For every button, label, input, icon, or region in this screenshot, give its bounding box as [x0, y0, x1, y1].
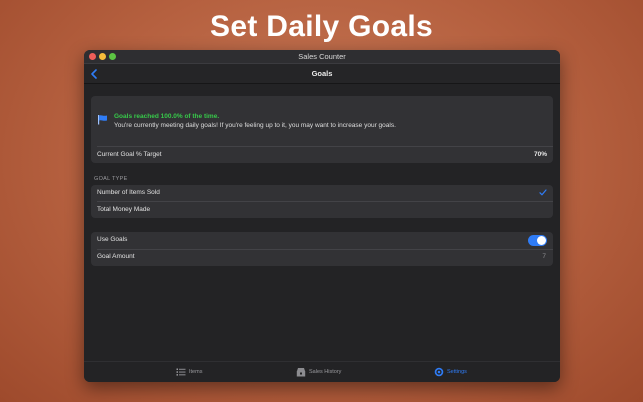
list-icon	[176, 368, 186, 376]
flag-icon	[98, 115, 107, 125]
goal-target-value: 70%	[533, 151, 547, 158]
navigation-bar: Goals	[84, 64, 560, 84]
goal-type-option-items-sold[interactable]: Number of Items Sold	[91, 185, 553, 201]
goal-type-option-money-made[interactable]: Total Money Made	[91, 202, 553, 218]
app-window: Sales Counter Goals Goals reached 100.0%…	[84, 50, 560, 382]
goal-target-row: Current Goal % Target 70%	[91, 147, 553, 163]
checkmark-icon	[539, 189, 547, 196]
toggle-knob	[537, 236, 546, 245]
goal-target-label: Current Goal % Target	[97, 151, 162, 158]
goal-status-message: You're currently meeting daily goals! If…	[114, 122, 396, 129]
goal-amount-value[interactable]: 7	[542, 253, 546, 260]
tab-bar: Items Sales History Settings	[84, 361, 560, 382]
gear-icon	[434, 367, 444, 377]
goal-type-option-label: Total Money Made	[97, 206, 151, 213]
tab-sales-history-label: Sales History	[309, 369, 342, 375]
page-title: Goals	[311, 69, 333, 78]
goal-settings-list: Use Goals Goal Amount 7	[91, 232, 553, 266]
cash-register-icon	[296, 368, 306, 377]
goal-type-option-label: Number of Items Sold	[97, 189, 160, 196]
goal-type-list: Number of Items Sold Total Money Made	[91, 185, 553, 218]
use-goals-label: Use Goals	[97, 236, 128, 243]
goal-type-header: GOAL TYPE	[94, 176, 128, 182]
use-goals-row: Use Goals	[91, 232, 553, 248]
goal-amount-label: Goal Amount	[97, 253, 135, 260]
goal-status-title: Goals reached 100.0% of the time.	[114, 113, 220, 120]
window-title: Sales Counter	[298, 52, 346, 61]
goal-status-card: Goals reached 100.0% of the time. You're…	[91, 96, 553, 163]
tab-items-label: Items	[189, 369, 203, 375]
use-goals-toggle[interactable]	[528, 235, 547, 246]
tab-settings-label: Settings	[447, 369, 467, 375]
window-titlebar: Sales Counter	[84, 50, 560, 64]
goal-amount-row[interactable]: Goal Amount 7	[91, 249, 553, 265]
marketing-headline: Set Daily Goals	[210, 10, 433, 43]
